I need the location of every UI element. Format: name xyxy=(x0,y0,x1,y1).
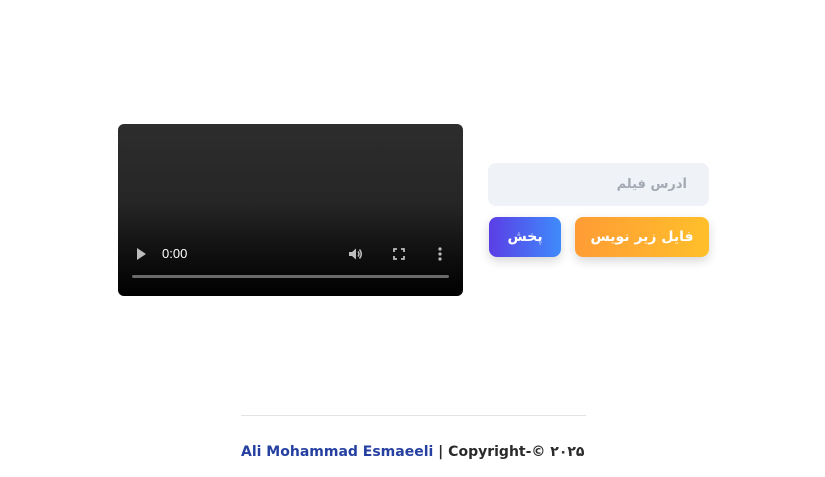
more-options-icon[interactable] xyxy=(437,246,443,262)
footer-divider xyxy=(241,415,586,416)
subtitle-file-button[interactable]: فایل زیر نویس xyxy=(575,217,709,257)
footer: Ali Mohammad Esmaeeli | Copyright-© ۲۰۲۵ xyxy=(241,443,586,461)
volume-icon[interactable] xyxy=(347,246,363,262)
play-icon[interactable] xyxy=(137,248,146,260)
copyright-text: | Copyright-© ۲۰۲۵ xyxy=(433,444,585,460)
video-progress-bar[interactable] xyxy=(132,275,449,278)
page: 0:00 فایل زیر نویس پخش Ali Mohammad Esma… xyxy=(0,0,825,477)
fullscreen-icon[interactable] xyxy=(392,246,406,262)
video-time: 0:00 xyxy=(162,246,188,261)
author-link[interactable]: Ali Mohammad Esmaeeli xyxy=(241,444,433,460)
video-url-input[interactable] xyxy=(488,163,709,206)
play-button-label: پخش xyxy=(507,229,543,245)
video-player[interactable] xyxy=(118,124,463,296)
subtitle-file-button-label: فایل زیر نویس xyxy=(590,229,694,245)
play-button[interactable]: پخش xyxy=(489,217,561,257)
